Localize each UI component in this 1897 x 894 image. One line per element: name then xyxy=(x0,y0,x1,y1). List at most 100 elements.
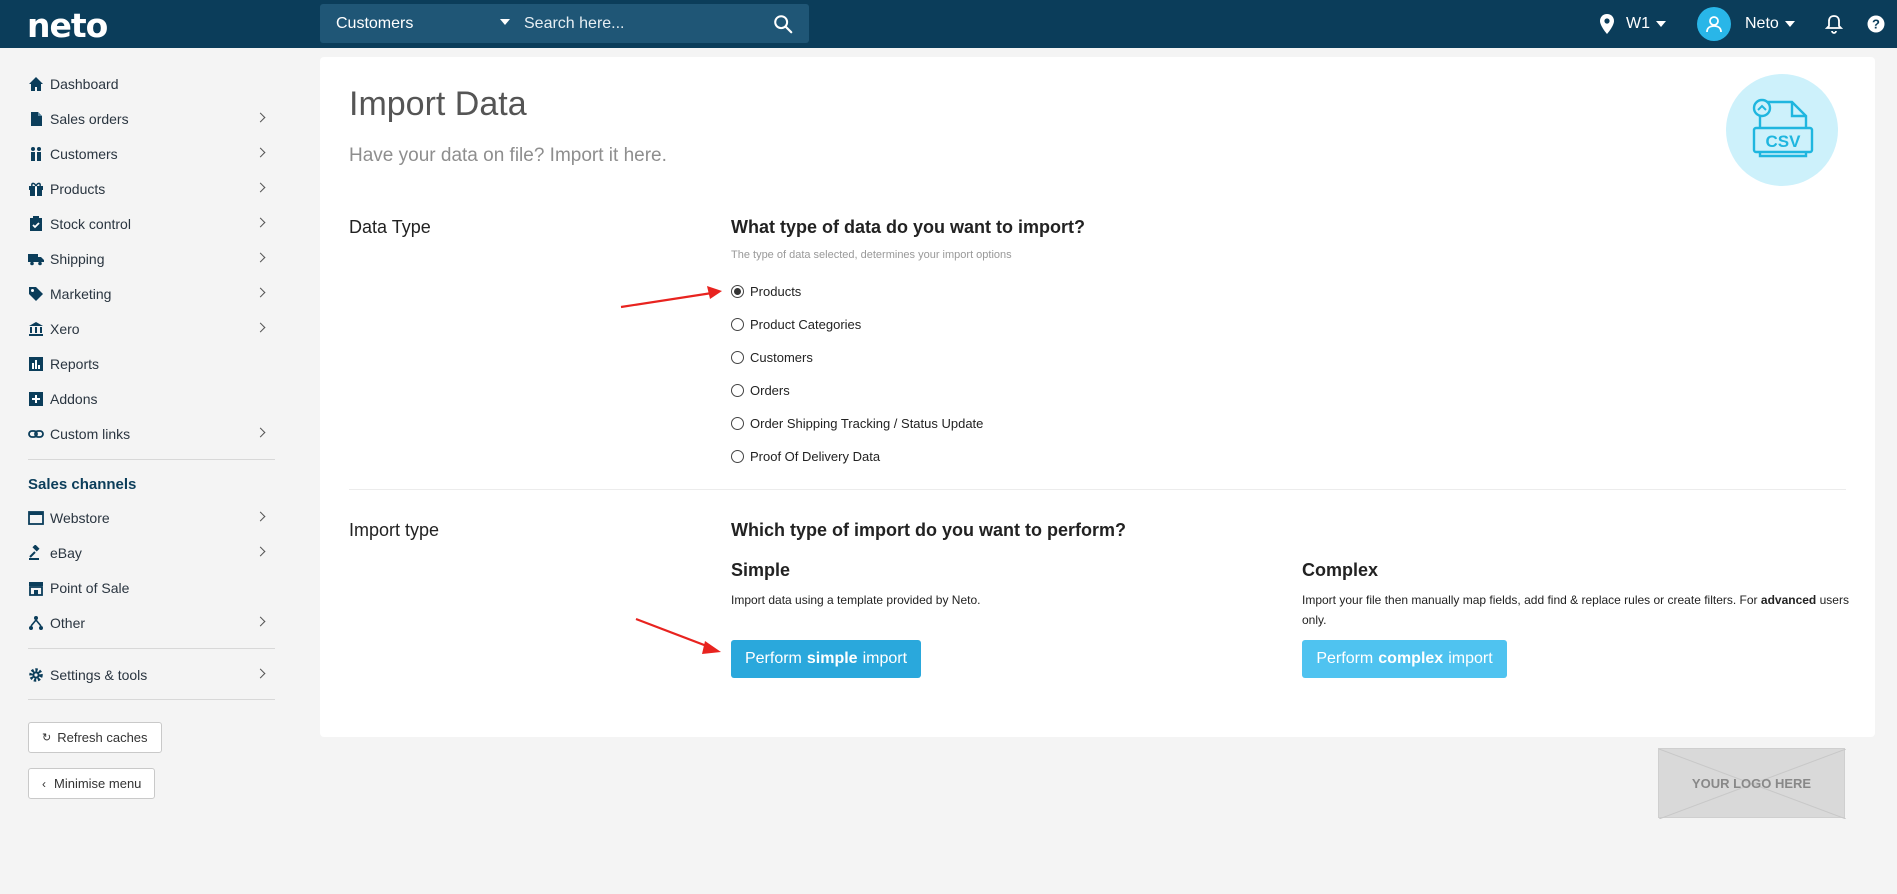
sidebar-item-customers[interactable]: Customers xyxy=(28,140,276,168)
home-icon xyxy=(28,76,44,92)
refresh-caches-button[interactable]: ↻ Refresh caches xyxy=(28,722,162,753)
radio-button[interactable] xyxy=(731,383,744,397)
refresh-caches-label: Refresh caches xyxy=(57,730,148,745)
user-name: Neto xyxy=(1745,15,1779,32)
perform-simple-import-button[interactable]: Perform simple import xyxy=(731,640,921,678)
radio-option-order-shipping-tracking[interactable]: Order Shipping Tracking / Status Update xyxy=(731,414,983,432)
help-icon: ? xyxy=(1867,15,1885,33)
radio-label: Proof Of Delivery Data xyxy=(750,448,881,464)
help-button[interactable]: ? xyxy=(1867,0,1885,48)
sidebar-item-xero[interactable]: Xero xyxy=(28,315,276,343)
chevron-right-icon xyxy=(255,668,266,679)
radio-option-product-categories[interactable]: Product Categories xyxy=(731,315,861,333)
sidebar-item-webstore[interactable]: Webstore xyxy=(28,504,276,532)
location-selector[interactable]: W1 xyxy=(1598,0,1666,48)
radio-label: Product Categories xyxy=(750,316,862,332)
sidebar-item-sales-orders[interactable]: Sales orders xyxy=(28,105,276,133)
sidebar-item-label: Customers xyxy=(50,146,118,162)
caret-down-icon xyxy=(1784,21,1795,27)
csv-badge-text: CSV xyxy=(1766,132,1802,151)
sidebar-item-label: Stock control xyxy=(50,216,131,232)
sidebar-item-dashboard[interactable]: Dashboard xyxy=(28,70,276,98)
sidebar-item-label: Other xyxy=(50,615,86,631)
sales-channels-title: Sales channels xyxy=(28,476,137,493)
data-type-hint: The type of data selected, determines yo… xyxy=(731,249,1012,261)
button-label: Perform xyxy=(744,650,802,667)
csv-file-icon: CSV xyxy=(1726,74,1838,186)
sidebar-item-custom-links[interactable]: Custom links xyxy=(28,420,276,448)
sidebar-item-marketing[interactable]: Marketing xyxy=(28,280,276,308)
button-label-bold: complex xyxy=(1378,650,1444,667)
logo-placeholder: YOUR LOGO HERE xyxy=(1658,748,1846,819)
caret-down-icon xyxy=(1656,21,1666,27)
data-type-question: What type of data do you want to import? xyxy=(731,217,1085,237)
sidebar-item-reports[interactable]: Reports xyxy=(28,350,276,378)
search-input[interactable] xyxy=(524,4,754,43)
minimise-menu-button[interactable]: ‹ Minimise menu xyxy=(28,768,156,799)
sidebar-item-label: Shipping xyxy=(50,251,105,267)
chevron-right-icon xyxy=(255,511,266,522)
sidebar-divider xyxy=(28,459,275,460)
browser-icon xyxy=(28,510,44,526)
map-pin-icon xyxy=(1600,14,1614,34)
complex-title: Complex xyxy=(1302,560,1379,580)
sidebar-divider xyxy=(28,648,275,649)
refresh-icon: ↻ xyxy=(42,732,52,744)
sidebar-item-products[interactable]: Products xyxy=(28,175,276,203)
search-scope-dropdown[interactable]: Customers xyxy=(320,4,520,43)
radio-button[interactable] xyxy=(731,350,744,364)
sidebar-item-settings-tools[interactable]: Settings & tools xyxy=(28,661,276,689)
clipboard-check-icon xyxy=(28,216,44,232)
sidebar-item-addons[interactable]: Addons xyxy=(28,385,276,413)
radio-button[interactable] xyxy=(731,416,744,430)
sidebar-item-ebay[interactable]: eBay xyxy=(28,539,276,567)
import-type-label: Import type xyxy=(349,520,440,540)
sidebar-item-other[interactable]: Other xyxy=(28,609,276,637)
users-icon xyxy=(28,146,44,162)
sidebar-item-label: Reports xyxy=(50,356,100,372)
link-icon xyxy=(28,426,44,442)
radio-label: Customers xyxy=(750,349,813,365)
avatar xyxy=(1697,7,1731,41)
radio-option-orders[interactable]: Orders xyxy=(731,381,790,399)
user-menu[interactable]: Neto xyxy=(1697,0,1795,48)
radio-option-products[interactable]: Products xyxy=(731,282,801,300)
sitemap-icon xyxy=(28,615,44,631)
sidebar-item-label: Xero xyxy=(50,321,80,337)
radio-option-customers[interactable]: Customers xyxy=(731,348,813,366)
radio-button[interactable] xyxy=(731,449,744,463)
sidebar-item-point-of-sale[interactable]: Point of Sale xyxy=(28,574,276,602)
perform-complex-import-button[interactable]: Perform complex import xyxy=(1302,640,1507,678)
radio-label: Order Shipping Tracking / Status Update xyxy=(750,415,984,431)
import-data-card: Import Data Have your data on file? Impo… xyxy=(320,57,1875,737)
minimise-menu-label: Minimise menu xyxy=(54,776,142,791)
section-divider xyxy=(349,489,1846,490)
sidebar-item-label: eBay xyxy=(50,545,82,561)
gift-icon xyxy=(28,181,44,197)
sidebar-item-label: Products xyxy=(50,181,106,197)
radio-label: Orders xyxy=(750,382,790,398)
store-icon xyxy=(28,580,44,596)
svg-text:?: ? xyxy=(1872,17,1880,32)
sidebar-item-label: Webstore xyxy=(50,510,110,526)
chevron-right-icon xyxy=(255,112,266,123)
sidebar-item-label: Custom links xyxy=(50,426,131,442)
complex-description: Import your file then manually map field… xyxy=(1302,590,1852,630)
chevron-right-icon xyxy=(255,287,266,298)
sidebar-item-stock-control[interactable]: Stock control xyxy=(28,210,276,238)
search-icon[interactable] xyxy=(772,13,794,35)
radio-button[interactable] xyxy=(731,284,744,298)
truck-icon xyxy=(28,251,44,267)
chevron-right-icon xyxy=(255,252,266,263)
radio-button[interactable] xyxy=(731,317,744,331)
radio-option-proof-of-delivery[interactable]: Proof Of Delivery Data xyxy=(731,447,880,465)
search-bar: Customers xyxy=(320,4,809,43)
sidebar-item-shipping[interactable]: Shipping xyxy=(28,245,276,273)
chevron-right-icon xyxy=(255,182,266,193)
neto-logo[interactable]: neto xyxy=(27,6,108,45)
import-type-question: Which type of import do you want to perf… xyxy=(731,520,1126,540)
chevron-right-icon xyxy=(255,217,266,228)
notifications-button[interactable] xyxy=(1825,0,1843,48)
sidebar: Dashboard Sales orders Customers Product… xyxy=(0,48,300,894)
bell-icon xyxy=(1825,15,1843,34)
